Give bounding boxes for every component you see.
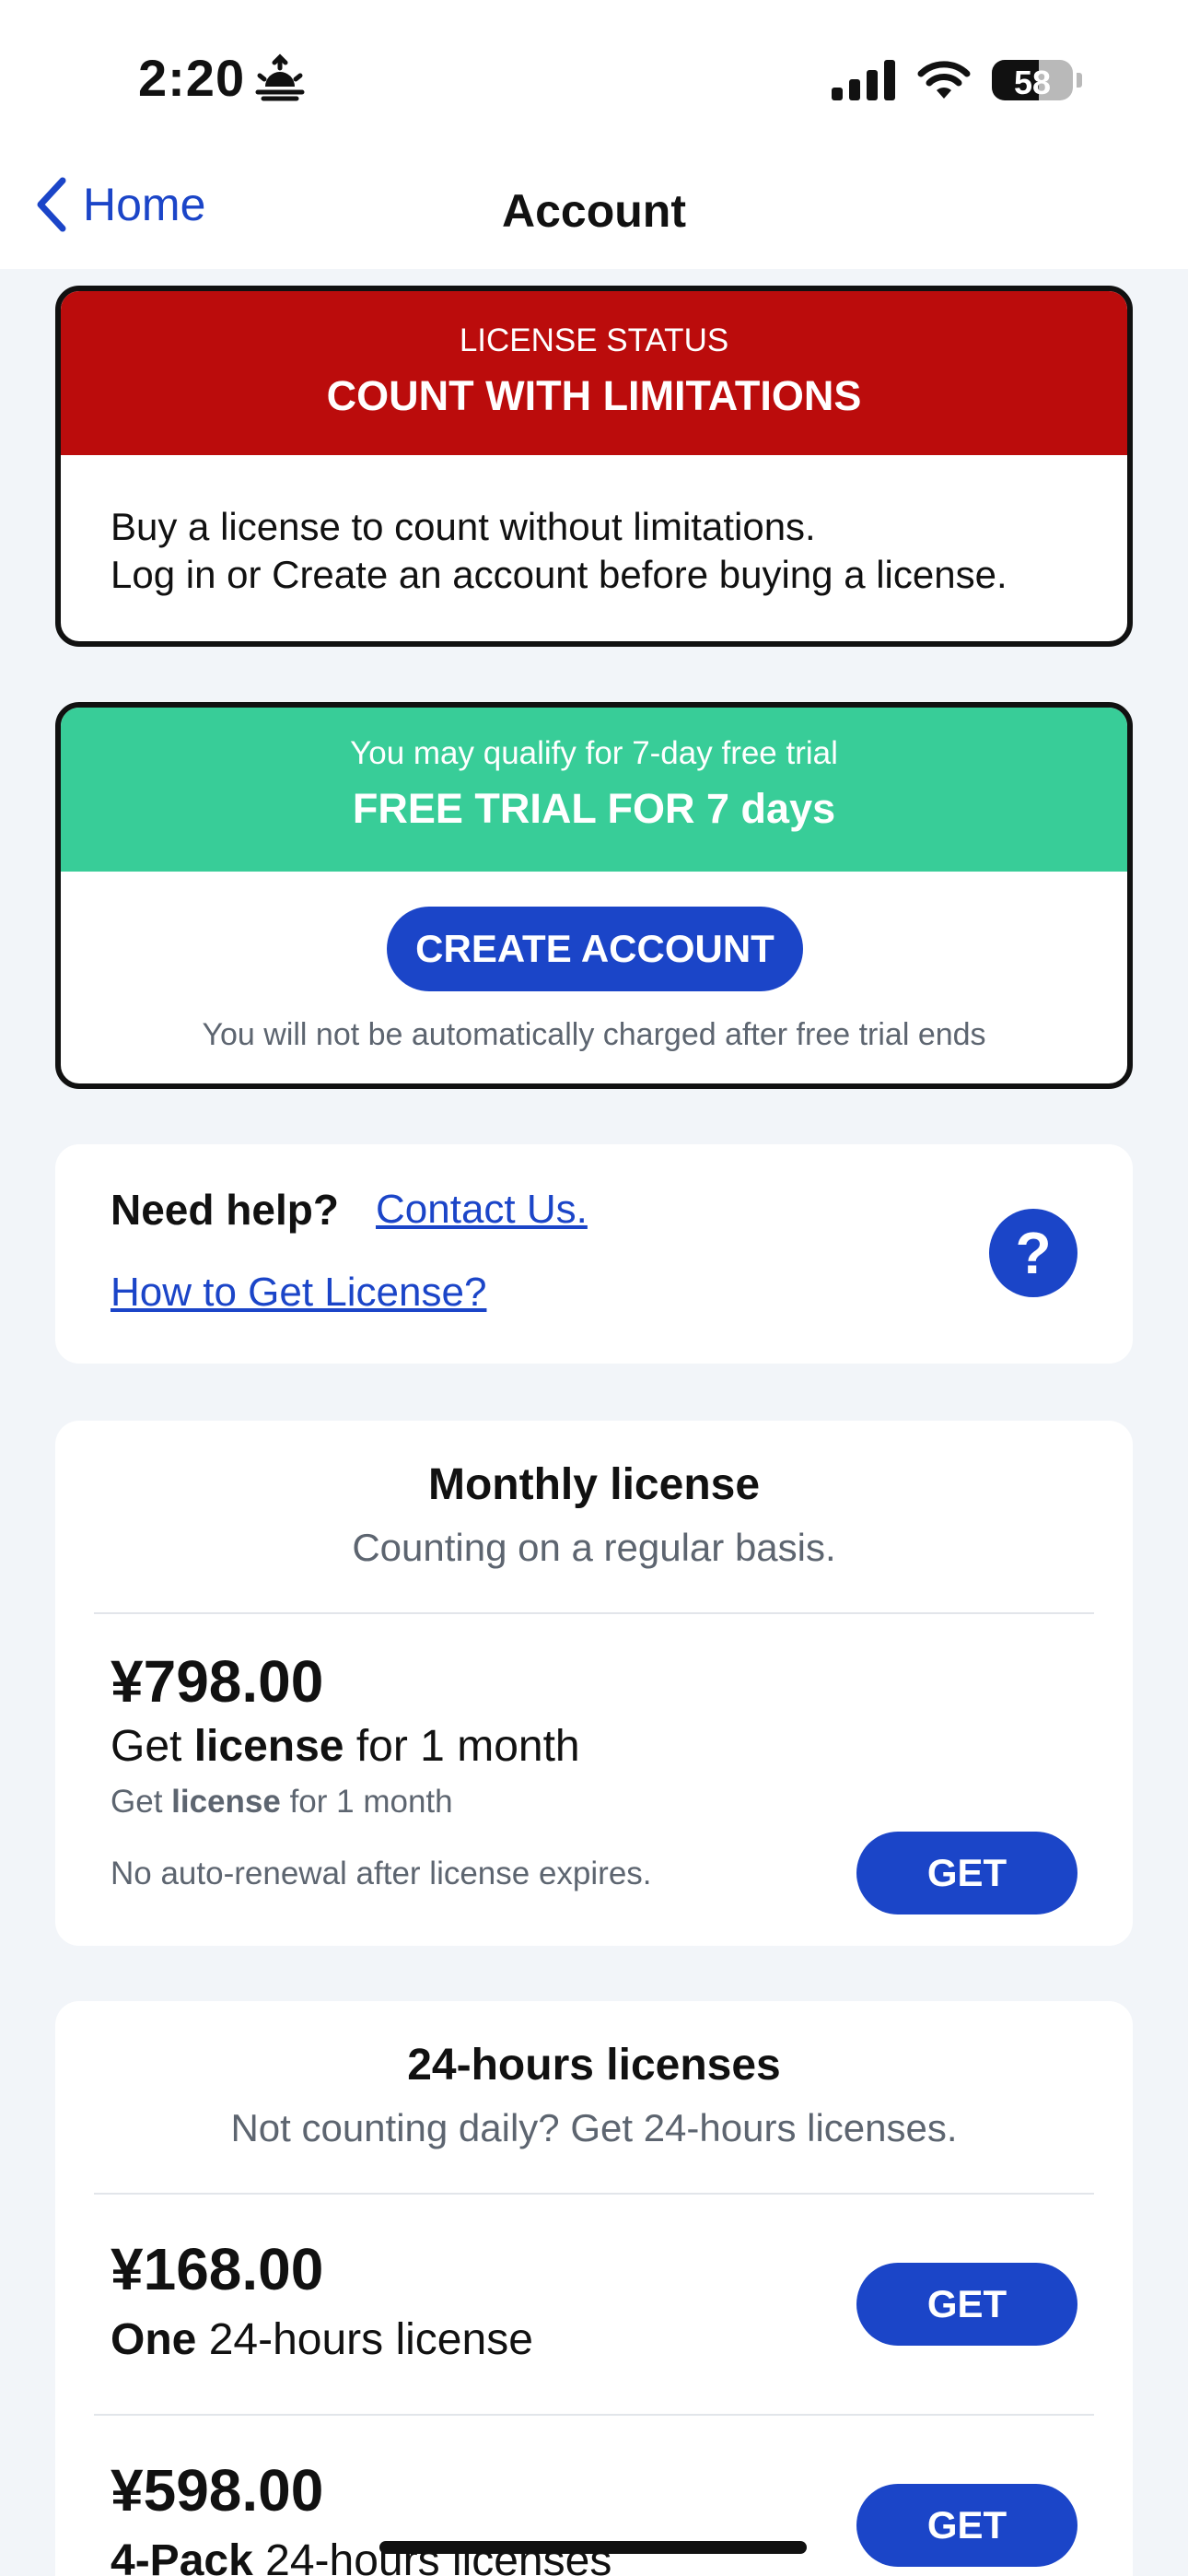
- one-license-price: ¥168.00: [111, 2236, 324, 2302]
- divider: [94, 2193, 1094, 2195]
- battery-tip: [1077, 73, 1082, 88]
- monthly-license-subtitle: Counting on a regular basis.: [352, 1526, 836, 1569]
- divider: [94, 1612, 1094, 1614]
- wifi-icon: [917, 61, 971, 99]
- monthly-renewal-note: No auto-renewal after license expires.: [111, 1856, 652, 1891]
- help-icon[interactable]: ?: [989, 1209, 1077, 1297]
- monthly-desc-bold: license: [193, 1722, 344, 1771]
- get-monthly-button[interactable]: GET: [856, 1832, 1077, 1914]
- free-trial-subtitle: You may qualify for 7-day free trial: [350, 735, 838, 771]
- license-status-line-1: Buy a license to count without limitatio…: [111, 505, 816, 548]
- license-status-title: COUNT WITH LIMITATIONS: [326, 372, 862, 419]
- free-trial-header: You may qualify for 7-day free trial FRE…: [61, 708, 1127, 872]
- help-card: Need help? Contact Us. How to Get Licens…: [55, 1144, 1133, 1364]
- monthly-price: ¥798.00: [111, 1648, 324, 1715]
- four-pack-price: ¥598.00: [111, 2457, 324, 2523]
- free-trial-title: FREE TRIAL FOR 7 days: [352, 785, 836, 832]
- one-license-bold: One: [111, 2315, 197, 2364]
- how-to-get-license-link[interactable]: How to Get License?: [111, 1270, 486, 1316]
- license-status-header: LICENSE STATUS COUNT WITH LIMITATIONS: [61, 291, 1127, 455]
- monthly-small-suffix: for 1 month: [280, 1784, 453, 1820]
- license-status-label: LICENSE STATUS: [459, 322, 729, 358]
- monthly-description: Get license for 1 month: [111, 1721, 580, 1772]
- battery-icon: 58: [992, 60, 1073, 100]
- license-status-body: Buy a license to count without limitatio…: [61, 455, 1127, 599]
- monthly-small-prefix: Get: [111, 1784, 172, 1820]
- monthly-description-small: Get license for 1 month: [111, 1784, 453, 1821]
- one-license-description: One 24-hours license: [111, 2314, 533, 2365]
- free-trial-note: You will not be automatically charged af…: [202, 1017, 986, 1052]
- license-status-line-2: Log in or Create an account before buyin…: [111, 553, 1007, 596]
- 24-hours-licenses-card: 24-hours licenses Not counting daily? Ge…: [55, 2001, 1133, 2576]
- free-trial-card: You may qualify for 7-day free trial FRE…: [55, 702, 1133, 1089]
- 24-hours-subtitle: Not counting daily? Get 24-hours license…: [230, 2106, 958, 2149]
- monthly-license-card: Monthly license Counting on a regular ba…: [55, 1421, 1133, 1946]
- monthly-small-bold: license: [171, 1784, 281, 1820]
- 24-hours-title: 24-hours licenses: [407, 2041, 781, 2090]
- cellular-signal-icon: [832, 60, 895, 100]
- get-four-pack-button[interactable]: GET: [856, 2484, 1077, 2567]
- page-title: Account: [502, 185, 686, 237]
- create-account-button[interactable]: CREATE ACCOUNT: [387, 907, 803, 991]
- divider: [94, 2414, 1094, 2416]
- four-pack-bold: 4-Pack: [111, 2536, 253, 2576]
- license-status-card: LICENSE STATUS COUNT WITH LIMITATIONS Bu…: [55, 286, 1133, 647]
- need-help-label: Need help?: [111, 1186, 339, 1234]
- status-bar: 2:20 58: [0, 0, 1188, 157]
- get-one-license-button[interactable]: GET: [856, 2263, 1077, 2346]
- status-time: 2:20: [138, 49, 246, 107]
- contact-us-link[interactable]: Contact Us.: [376, 1187, 588, 1233]
- monthly-desc-prefix: Get: [111, 1722, 194, 1771]
- monthly-license-title: Monthly license: [427, 1460, 761, 1509]
- monthly-desc-suffix: for 1 month: [344, 1722, 580, 1771]
- one-license-rest: 24-hours license: [196, 2315, 533, 2364]
- navigation-bar: Home Account: [0, 157, 1188, 269]
- home-indicator[interactable]: [379, 2541, 807, 2554]
- battery-level: 58: [1013, 64, 1052, 100]
- sunrise-icon: [255, 53, 305, 101]
